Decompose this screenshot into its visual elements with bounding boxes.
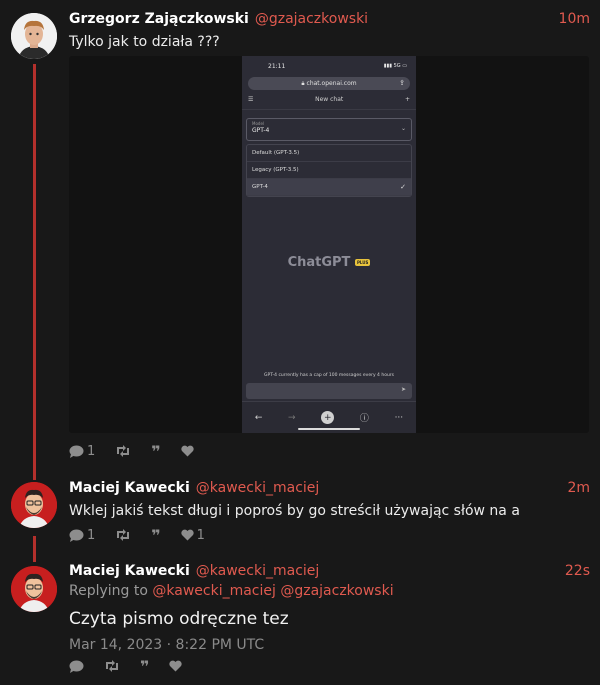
quote-icon: ❞ (151, 525, 161, 545)
url-text: chat.openai.com (306, 80, 357, 87)
post-image[interactable]: 21:11 ▮▮▮ 5G ▭ 🔒︎ chat.openai.com ⇪ ☰ Ne… (69, 56, 589, 433)
quote-button[interactable]: ❞ (151, 442, 160, 461)
retweet-button[interactable] (104, 660, 120, 672)
post-time[interactable]: 2m (567, 480, 590, 496)
quote-icon: ❞ (151, 441, 161, 461)
like-button[interactable] (169, 660, 183, 672)
comment-icon (69, 529, 84, 542)
retweet-icon (117, 445, 130, 457)
author-name[interactable]: Maciej Kawecki (69, 563, 190, 579)
model-select: Model GPT-4 ⌄ (246, 118, 412, 141)
post-time[interactable]: 22s (565, 563, 590, 579)
thread-line (33, 536, 36, 562)
model-option: Legacy (GPT-3.5) (247, 162, 411, 179)
url-bar: 🔒︎ chat.openai.com ⇪ (248, 77, 410, 90)
heart-icon (169, 660, 183, 672)
thread-line (33, 64, 36, 480)
quote-button[interactable]: ❞ (140, 657, 149, 676)
new-tab-icon: + (321, 411, 335, 424)
model-menu: Default (GPT-3.5) Legacy (GPT-3.5) GPT-4… (246, 144, 412, 197)
check-icon: ✓ (400, 183, 406, 191)
heart-icon (181, 529, 194, 541)
phone-clock: 21:11 (268, 62, 286, 70)
model-option: Default (GPT-3.5) (247, 145, 411, 162)
replying-handles[interactable]: @kawecki_maciej @gzajaczkowski (152, 583, 393, 599)
back-icon: ← (254, 412, 263, 423)
plus-icon: + (404, 96, 410, 103)
post-1-actions: 1 ❞ (69, 442, 590, 461)
select-label: Model (252, 121, 265, 126)
avatar[interactable] (11, 566, 57, 612)
chatgpt-logo: ChatGPT PLUS (287, 255, 371, 270)
comment-icon (69, 445, 84, 458)
replying-to: Replying to @kawecki_maciej @gzajaczkows… (69, 583, 590, 599)
post-2-actions: 1 ❞ 1 (69, 526, 590, 545)
retweet-button[interactable] (115, 445, 131, 457)
post-text: Wklej jakiś tekst długi i poproś by go s… (69, 503, 520, 519)
post-1: Grzegorz Zajączkowski @gzajaczkowski 10m… (69, 11, 590, 50)
author-name[interactable]: Maciej Kawecki (69, 480, 190, 496)
author-name[interactable]: Grzegorz Zajączkowski (69, 11, 249, 27)
quote-icon: ❞ (140, 656, 150, 676)
post-3-actions: ❞ (69, 657, 590, 676)
post-date[interactable]: Mar 14, 2023 · 8:22 PM UTC (69, 637, 590, 653)
nav-title: New chat (315, 96, 344, 103)
retweet-button[interactable] (115, 529, 131, 541)
reply-count: 1 (87, 443, 96, 459)
more-icon: ··· (394, 412, 404, 423)
message-input: ➤ (246, 383, 412, 399)
reply-button[interactable] (69, 660, 84, 673)
share-icon: ⇪ (399, 79, 405, 87)
replying-prefix: Replying to (69, 583, 148, 599)
post-3: Maciej Kawecki @kawecki_maciej 22s Reply… (69, 563, 590, 653)
post-text: Tylko jak to działa ??? (69, 34, 220, 50)
reply-button[interactable]: 1 (69, 528, 95, 543)
avatar[interactable] (11, 482, 57, 528)
author-handle[interactable]: @kawecki_maciej (196, 563, 320, 579)
cap-notice: GPT-4 currently has a cap of 100 message… (264, 373, 394, 378)
like-count: 1 (196, 527, 205, 543)
comment-icon (69, 660, 84, 673)
signal-icon: ▮▮▮ 5G ▭ (383, 63, 407, 69)
select-value: GPT-4 (252, 127, 270, 134)
plus-badge: PLUS (354, 259, 371, 266)
heart-icon (181, 445, 194, 457)
reply-count: 1 (87, 527, 96, 543)
home-indicator (298, 428, 360, 430)
avatar[interactable] (11, 13, 57, 59)
phone-screenshot: 21:11 ▮▮▮ 5G ▭ 🔒︎ chat.openai.com ⇪ ☰ Ne… (242, 56, 416, 433)
post-2: Maciej Kawecki @kawecki_maciej 2m Wklej … (69, 480, 590, 519)
post-text: Czyta pismo odręczne tez (69, 609, 289, 629)
post-time[interactable]: 10m (559, 11, 590, 27)
model-option-selected: GPT-4 ✓ (247, 179, 411, 196)
chevron-down-icon: ⌄ (400, 125, 406, 132)
send-icon: ➤ (400, 386, 406, 393)
forward-icon: → (288, 412, 296, 423)
author-handle[interactable]: @gzajaczkowski (255, 11, 368, 27)
retweet-icon (117, 529, 130, 541)
info-icon: ⓘ (359, 414, 369, 424)
reply-button[interactable]: 1 (69, 444, 95, 459)
like-button[interactable] (181, 445, 194, 457)
like-button[interactable]: 1 (181, 528, 205, 543)
quote-button[interactable]: ❞ (151, 526, 160, 545)
author-handle[interactable]: @kawecki_maciej (196, 480, 320, 496)
retweet-icon (106, 660, 118, 672)
